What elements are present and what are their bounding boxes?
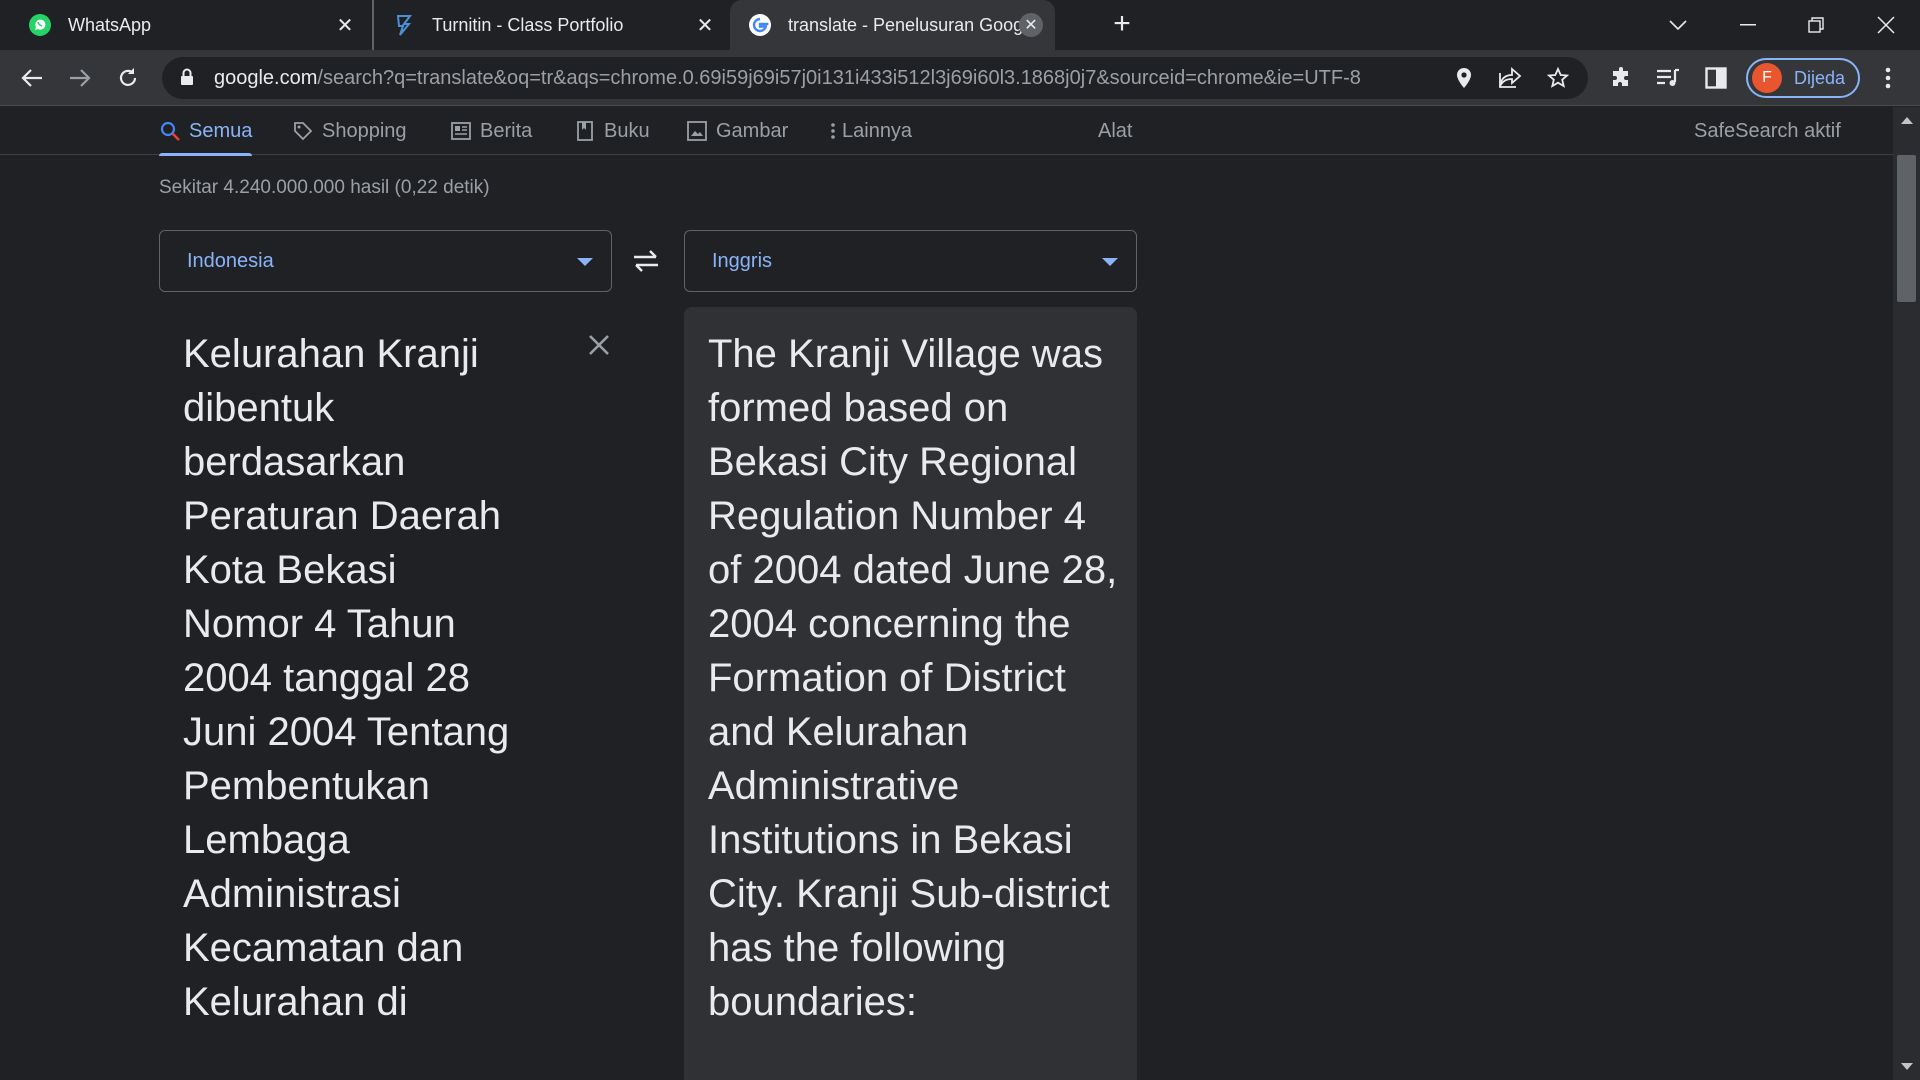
tag-icon [292,120,314,142]
image-icon [686,120,708,142]
nav-label: Semua [189,119,253,142]
more-menu-icon[interactable] [1872,62,1904,94]
source-language-label: Indonesia [187,249,274,272]
bookmark-star-icon[interactable] [1546,66,1570,90]
url-text[interactable]: google.com/search?q=translate&oq=tr&aqs=… [214,67,1424,90]
scroll-up-arrow-icon[interactable] [1901,117,1913,124]
minimize-icon[interactable] [1718,0,1778,50]
browser-toolbar: google.com/search?q=translate&oq=tr&aqs=… [0,50,1920,106]
tools-button[interactable]: Alat [1098,109,1132,153]
close-tab-icon[interactable]: ✕ [694,14,716,37]
nav-label: Berita [480,119,533,142]
profile-status-label: Dijeda [1794,67,1846,88]
address-bar[interactable]: google.com/search?q=translate&oq=tr&aqs=… [162,57,1588,99]
close-window-icon[interactable] [1856,0,1916,50]
side-panel-icon[interactable] [1700,62,1732,94]
avatar: F [1752,63,1782,93]
search-nav: Semua Shopping Berita Buku Gambar Lainny… [0,107,1893,156]
whatsapp-icon [28,13,52,37]
result-stats: Sekitar 4.240.000.000 hasil (0,22 detik) [159,177,490,198]
tab-title: translate - Penelusuran Google [788,14,1038,35]
tab-whatsapp[interactable]: WhatsApp ✕ [0,0,370,50]
scroll-thumb[interactable] [1897,155,1916,302]
location-pin-icon[interactable] [1452,66,1476,90]
forward-icon[interactable] [64,62,96,94]
translation-output: The Kranji Village was formed based on B… [684,307,1137,1080]
safesearch-status[interactable]: SafeSearch aktif [1694,109,1841,153]
tab-title: WhatsApp [68,14,152,35]
share-icon[interactable] [1498,66,1522,90]
new-tab-icon[interactable]: + [1108,9,1136,39]
book-icon [574,120,596,142]
source-text[interactable]: Kelurahan Kranji dibentuk berdasarkan Pe… [183,327,513,1029]
source-text-area[interactable]: Kelurahan Kranji dibentuk berdasarkan Pe… [159,307,612,1080]
news-icon [450,120,472,142]
url-host: google.com [214,66,318,89]
nav-label: Buku [604,119,650,142]
more-vert-icon [828,120,838,142]
close-tab-icon[interactable]: ✕ [334,14,356,37]
target-language-label: Inggris [712,249,773,272]
search-results-page: Semua Shopping Berita Buku Gambar Lainny… [0,107,1893,1080]
tab-berita[interactable]: Berita [450,109,532,153]
nav-label: Shopping [322,119,407,142]
tab-turnitin[interactable]: Turnitin - Class Portfolio ✕ [372,0,730,50]
tab-semua[interactable]: Semua [159,109,253,156]
page-scrollbar[interactable] [1893,107,1920,1080]
extensions-puzzle-icon[interactable] [1606,62,1638,94]
target-language-select[interactable]: Inggris [684,230,1137,292]
tab-title: Turnitin - Class Portfolio [432,14,624,35]
swap-languages-icon[interactable] [628,245,664,277]
nav-label: Lainnya [842,119,913,142]
restore-icon[interactable] [1786,0,1846,50]
nav-label: Gambar [716,119,789,142]
search-icon [159,120,181,142]
profile-button[interactable]: F Dijeda [1746,58,1860,98]
google-icon [748,13,772,37]
dropdown-caret-icon [1102,258,1118,266]
tab-search-chevron-icon[interactable] [1648,0,1708,50]
close-tab-icon[interactable]: ✕ [1019,13,1043,37]
tab-lainnya[interactable]: Lainnya [828,109,912,153]
tab-google-translate[interactable]: translate - Penelusuran Google ✕ [730,0,1055,50]
clear-text-icon[interactable] [581,327,617,363]
turnitin-icon [392,13,416,37]
lock-icon[interactable] [180,68,198,88]
url-path: /search?q=translate&oq=tr&aqs=chrome.0.6… [317,66,1361,89]
dropdown-caret-icon [577,258,593,266]
scroll-down-arrow-icon[interactable] [1901,1063,1913,1070]
tab-buku[interactable]: Buku [574,109,650,153]
back-icon[interactable] [16,62,48,94]
tab-strip: WhatsApp ✕ Turnitin - Class Portfolio ✕ … [0,0,1920,50]
reload-icon[interactable] [112,62,144,94]
media-control-icon[interactable] [1652,62,1684,94]
tab-gambar[interactable]: Gambar [686,109,788,153]
source-language-select[interactable]: Indonesia [159,230,612,292]
tab-shopping[interactable]: Shopping [292,109,407,153]
translated-text: The Kranji Village was formed based on B… [708,332,1118,1024]
